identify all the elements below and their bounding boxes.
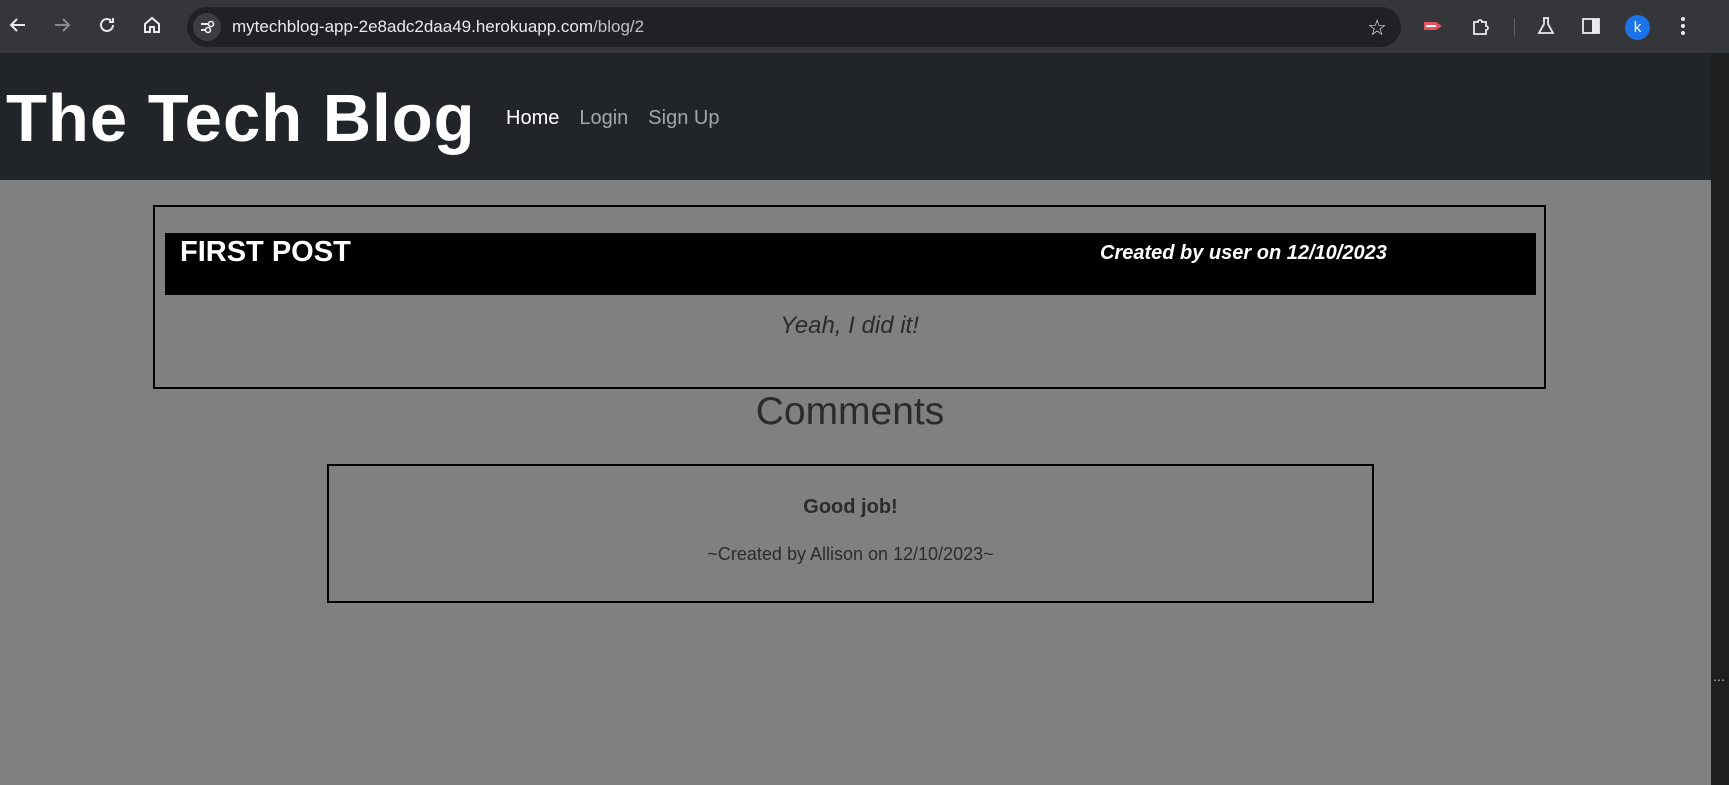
side-scroll-strip[interactable]: ⋯ — [1711, 53, 1729, 785]
url-host: mytechblog-app-2e8adc2daa49.herokuapp.co… — [232, 17, 594, 36]
profile-avatar[interactable]: k — [1625, 15, 1650, 40]
site-header: The Tech Blog Home Login Sign Up — [0, 53, 1711, 180]
comment-meta: ~Created by Allison on 12/10/2023~ — [707, 544, 994, 564]
post-card: FIRST POST Created by user on 12/10/2023… — [153, 205, 1546, 389]
post-title: FIRST POST — [180, 236, 351, 268]
site-info-icon[interactable] — [193, 13, 221, 41]
forward-icon[interactable] — [47, 10, 77, 40]
url-path: /blog/2 — [593, 17, 645, 36]
ellipsis-icon: ⋯ — [1713, 673, 1725, 687]
back-icon[interactable] — [3, 10, 33, 40]
bookmark-star-icon[interactable]: ☆ — [1367, 15, 1387, 41]
more-menu-icon[interactable] — [1667, 10, 1699, 42]
reload-icon[interactable] — [92, 10, 122, 40]
comments-heading: Comments — [755, 390, 945, 433]
nav-signup-link[interactable]: Sign Up — [648, 107, 719, 130]
url-text: mytechblog-app-2e8adc2daa49.herokuapp.co… — [232, 17, 644, 37]
post-meta: Created by user on 12/10/2023 — [1100, 242, 1387, 264]
toolbar-divider — [1514, 18, 1515, 36]
comment-card: Good job! ~Created by Allison on 12/10/2… — [327, 464, 1374, 603]
nav-home-link[interactable]: Home — [506, 107, 559, 130]
address-bar[interactable]: mytechblog-app-2e8adc2daa49.herokuapp.co… — [187, 7, 1401, 47]
labs-flask-icon[interactable] — [1530, 10, 1562, 42]
home-icon[interactable] — [137, 10, 167, 40]
extension-red-icon[interactable] — [1418, 10, 1450, 42]
nav-login-link[interactable]: Login — [579, 107, 628, 130]
comment-text: Good job! — [803, 496, 898, 518]
side-panel-icon[interactable] — [1575, 10, 1607, 42]
post-body: Yeah, I did it! — [780, 312, 919, 339]
site-brand[interactable]: The Tech Blog — [6, 85, 476, 152]
post-header: FIRST POST Created by user on 12/10/2023 — [165, 233, 1536, 295]
main-nav: Home Login Sign Up — [506, 107, 739, 130]
browser-toolbar: mytechblog-app-2e8adc2daa49.herokuapp.co… — [0, 0, 1729, 53]
extensions-puzzle-icon[interactable] — [1465, 10, 1497, 42]
